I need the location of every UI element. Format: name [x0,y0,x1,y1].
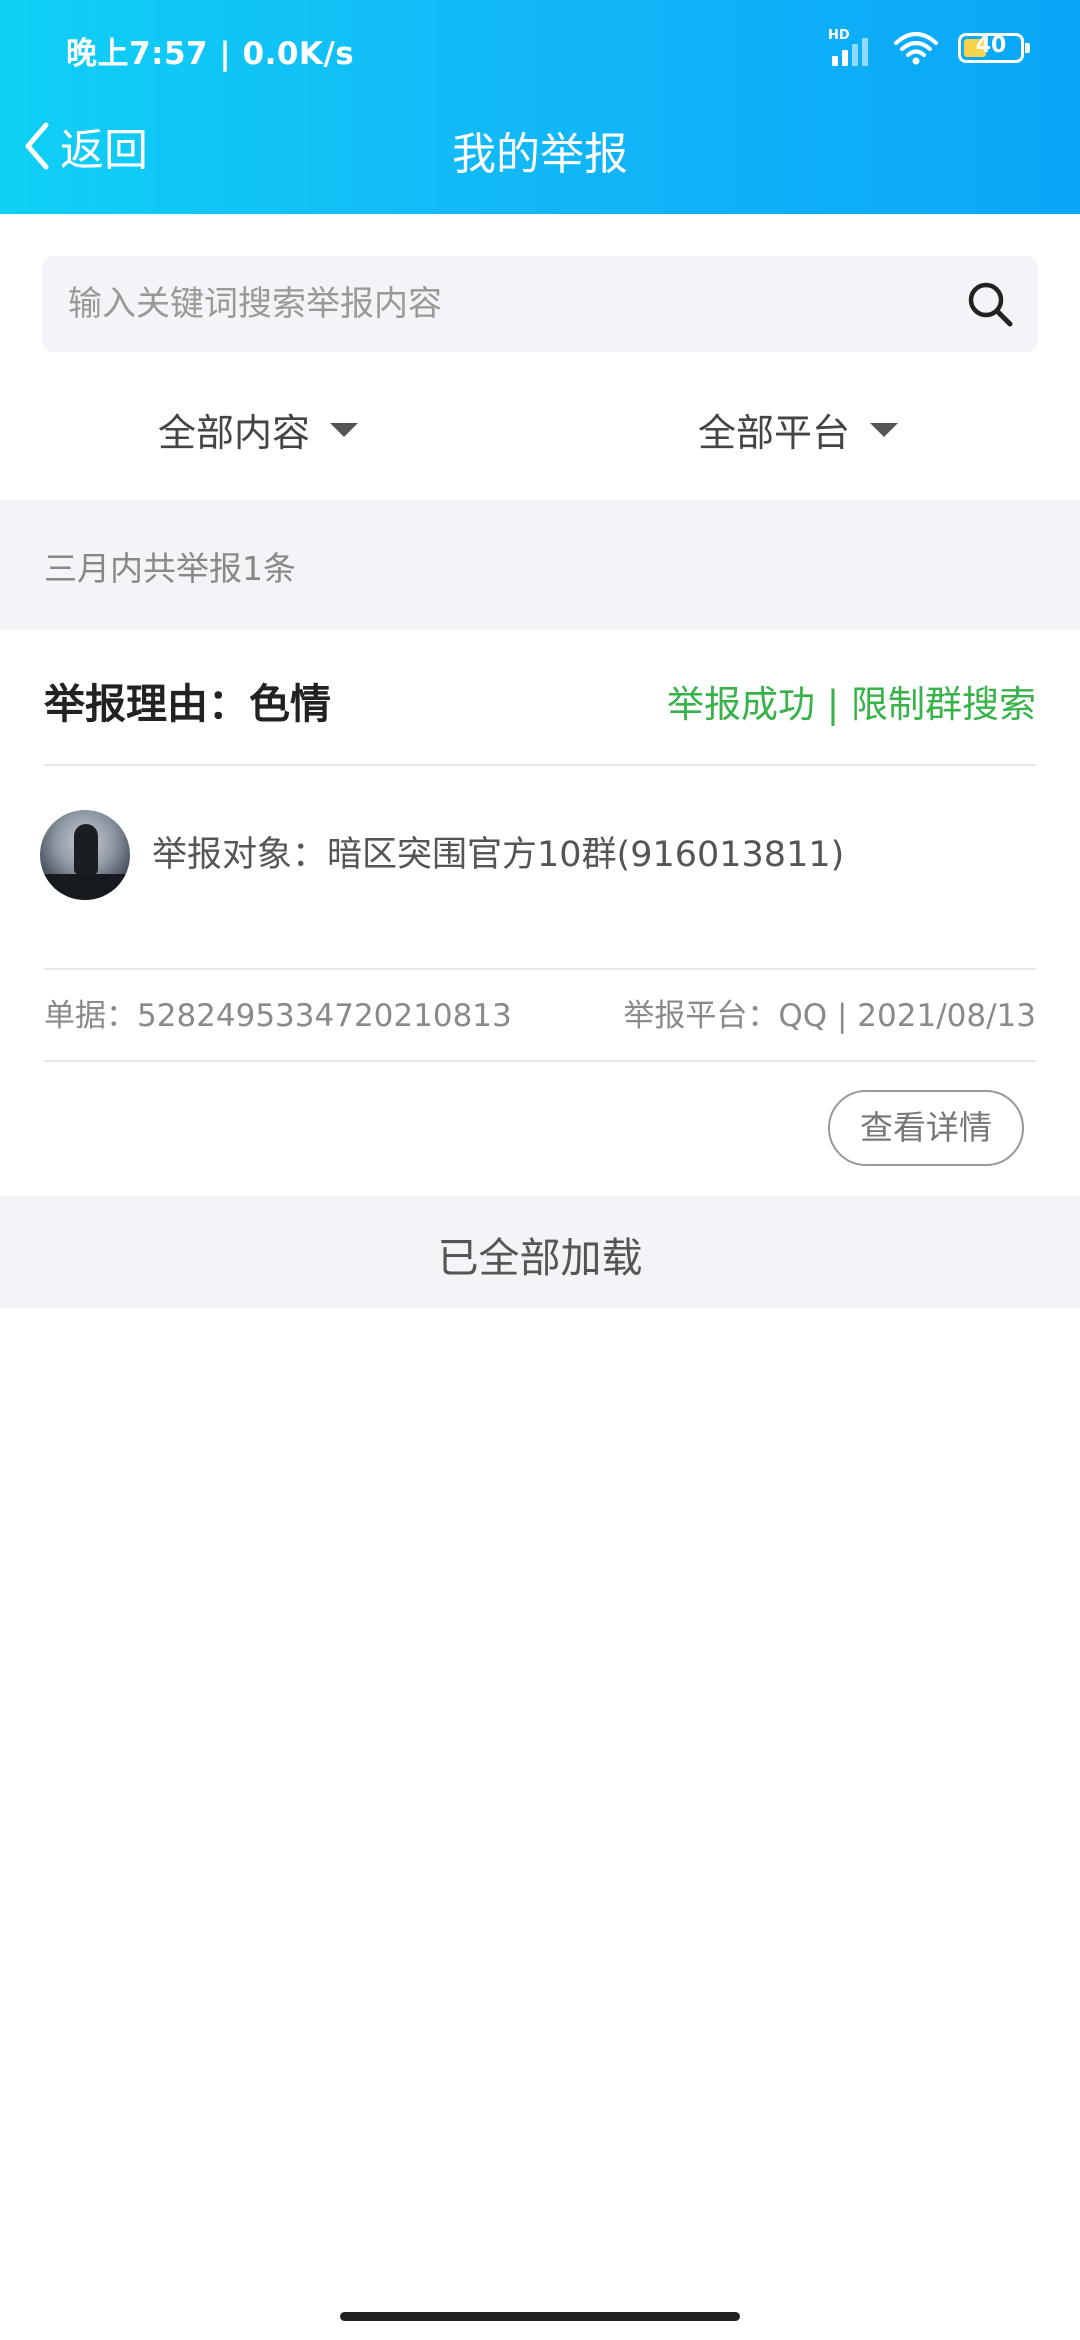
status-icons: HD 40 [826,26,1030,70]
report-ticket-number: 单据：5282495334720210813 [44,998,512,1034]
summary-band: 三月内共举报1条 [0,500,1080,630]
avatar [40,810,130,900]
network-badge: HD [828,28,850,43]
report-count-summary: 三月内共举报1条 [44,549,296,588]
divider [44,764,1036,766]
status-time: 晚上7:57 | 0.0K/s [66,36,355,72]
search-icon[interactable] [964,278,1016,330]
all-loaded-text: 已全部加载 [437,1234,643,1282]
content-filter-dropdown[interactable]: 全部内容 [158,402,359,457]
platform-filter-dropdown[interactable]: 全部平台 [698,402,899,457]
report-card: 举报理由：色情 举报成功 | 限制群搜索 举报对象：暗区突围官方10群(9160… [0,630,1080,1196]
report-reason: 举报理由：色情 [44,680,331,728]
report-result: 举报成功 | 限制群搜索 [667,683,1036,726]
app-header: 晚上7:57 | 0.0K/s HD 40 返回 我的举报 [0,0,1080,214]
page-title: 我的举报 [452,129,628,180]
search-box [42,256,1038,352]
divider [44,968,1036,970]
battery-level: 40 [975,33,1007,58]
wifi-icon [894,31,938,65]
status-bar: 晚上7:57 | 0.0K/s HD 40 [0,0,1080,96]
filter-row: 全部内容 全部平台 [0,388,1080,476]
signal-icon: HD [826,28,874,68]
search-input[interactable] [68,256,948,352]
content-filter-label: 全部内容 [158,411,311,455]
home-indicator[interactable] [340,2312,740,2321]
divider [44,1060,1036,1062]
platform-filter-label: 全部平台 [698,411,851,455]
navigation-bar: 返回 我的举报 [0,96,1080,214]
view-details-button[interactable]: 查看详情 [828,1090,1024,1166]
caret-down-icon [330,422,359,437]
report-platform-date: 举报平台：QQ | 2021/08/13 [623,998,1036,1034]
caret-down-icon [870,422,899,437]
battery-icon: 40 [958,33,1030,63]
report-target: 举报对象：暗区突围官方10群(916013811) [152,835,845,875]
load-status-band: 已全部加载 [0,1196,1080,1308]
